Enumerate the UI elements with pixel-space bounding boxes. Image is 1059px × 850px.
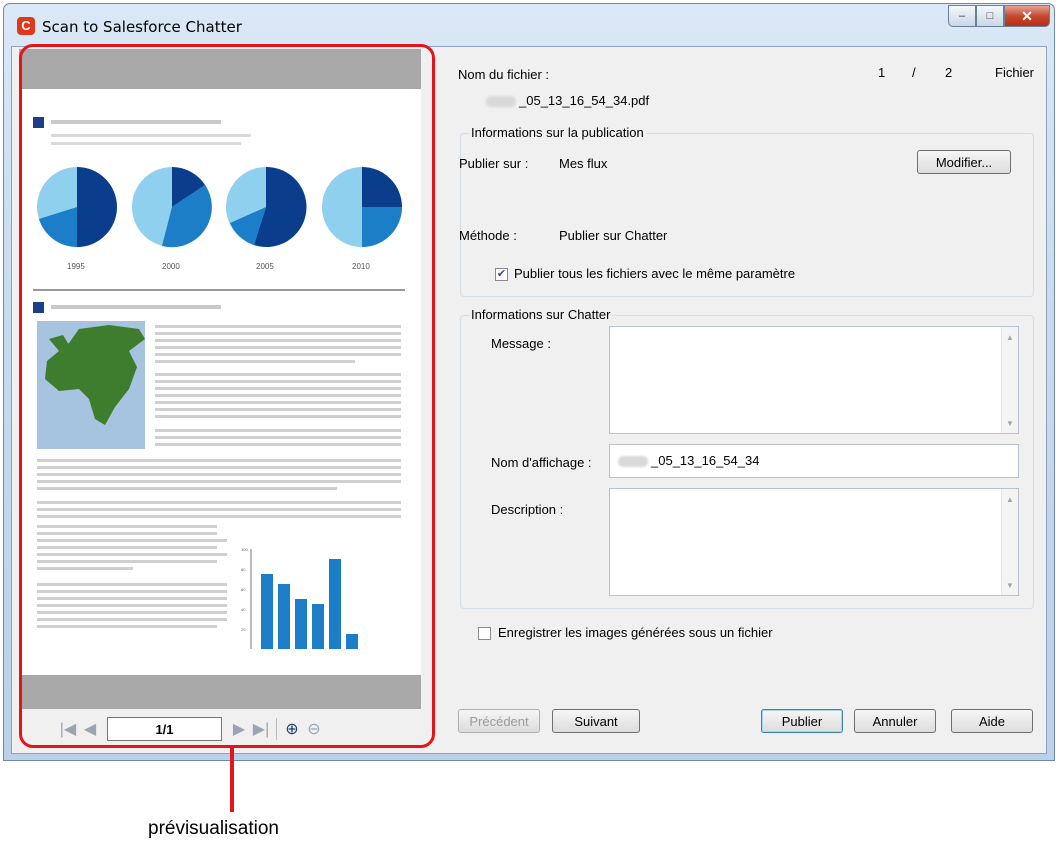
- publish-on-label: Publier sur :: [459, 156, 529, 171]
- main-window: C Scan to Salesforce Chatter – □ ✕ 1995 …: [3, 3, 1055, 761]
- description-textarea[interactable]: ▲ ▼: [609, 488, 1019, 596]
- help-button[interactable]: Aide: [951, 709, 1033, 733]
- bar-chart-tick-label: 80: [241, 567, 246, 572]
- page-number-input[interactable]: 1/1: [107, 717, 222, 741]
- bar-chart-tick-label: 20: [241, 627, 246, 632]
- display-name-input[interactable]: _05_13_16_54_34: [609, 444, 1019, 478]
- previous-button[interactable]: Précédent: [458, 709, 540, 733]
- scroll-down-icon[interactable]: ▼: [1002, 577, 1018, 593]
- file-counter-unit: Fichier: [995, 65, 1035, 80]
- previous-button-label: Précédent: [469, 713, 529, 729]
- next-button-label: Suivant: [574, 713, 618, 729]
- zoom-in-icon[interactable]: ⊕: [281, 719, 303, 739]
- bar-chart-tick-label: 60: [241, 587, 246, 592]
- next-button[interactable]: Suivant: [552, 709, 640, 733]
- title-bar: C Scan to Salesforce Chatter – □ ✕: [4, 4, 1054, 50]
- file-counter-total: 2: [945, 65, 953, 80]
- minimize-button[interactable]: –: [948, 5, 976, 27]
- first-page-icon[interactable]: |◀: [57, 719, 79, 739]
- save-images-checkbox[interactable]: [478, 627, 491, 640]
- publish-button-label: Publier: [781, 713, 823, 729]
- method-value: Publier sur Chatter: [559, 228, 668, 243]
- preview-pane: 1995 2000 2005 2010 100 80 60 40 20 |◀ ◀…: [19, 49, 421, 749]
- filename-value: _05_13_16_54_34.pdf: [519, 93, 650, 108]
- callout-line: [230, 748, 234, 812]
- zoom-out-icon[interactable]: ⊖: [303, 719, 325, 739]
- dialog-client: 1995 2000 2005 2010 100 80 60 40 20 |◀ ◀…: [11, 46, 1047, 754]
- bar-chart-bar: [261, 574, 273, 649]
- same-settings-label: Publier tous les fichiers avec le même p…: [514, 266, 796, 281]
- chart-year-label: 2005: [256, 262, 274, 271]
- bar-chart-bar: [278, 584, 290, 649]
- blurred-prefix: [618, 456, 648, 468]
- description-scrollbar[interactable]: ▲ ▼: [1001, 489, 1018, 595]
- modify-button[interactable]: Modifier...: [917, 150, 1011, 174]
- display-name-label: Nom d'affichage :: [491, 455, 592, 470]
- next-page-icon[interactable]: ▶: [228, 719, 250, 739]
- bar-chart-bar: [295, 599, 307, 649]
- publish-button[interactable]: Publier: [761, 709, 843, 733]
- close-button[interactable]: ✕: [1004, 5, 1050, 27]
- preview-page: 1995 2000 2005 2010 100 80 60 40 20: [19, 89, 421, 675]
- chart-year-label: 2000: [162, 262, 180, 271]
- callout-label: prévisualisation: [148, 818, 279, 839]
- method-label: Méthode :: [459, 228, 517, 243]
- message-label: Message :: [491, 336, 551, 351]
- window-title: Scan to Salesforce Chatter: [42, 18, 242, 36]
- cancel-button[interactable]: Annuler: [854, 709, 936, 733]
- scroll-up-icon[interactable]: ▲: [1002, 329, 1018, 345]
- publish-on-value: Mes flux: [559, 156, 608, 171]
- maximize-button[interactable]: □: [976, 5, 1004, 27]
- app-icon: C: [17, 17, 35, 35]
- bar-chart-bar: [312, 604, 324, 649]
- blurred-prefix: [486, 96, 516, 108]
- message-textarea[interactable]: ▲ ▼: [609, 326, 1019, 434]
- file-counter-current: 1: [878, 65, 886, 80]
- modify-button-label: Modifier...: [935, 154, 993, 170]
- scroll-up-icon[interactable]: ▲: [1002, 491, 1018, 507]
- save-images-label: Enregistrer les images générées sous un …: [498, 625, 773, 640]
- preview-bar-chart: 100 80 60 40 20: [241, 547, 358, 649]
- chatter-group: Informations sur Chatter Message : ▲ ▼ N…: [460, 307, 1034, 609]
- chatter-group-title: Informations sur Chatter: [469, 307, 613, 322]
- cancel-button-label: Annuler: [872, 713, 918, 729]
- bar-chart-bar: [329, 559, 341, 649]
- message-scrollbar[interactable]: ▲ ▼: [1001, 327, 1018, 433]
- previous-page-icon[interactable]: ◀: [79, 719, 101, 739]
- chart-year-label: 2010: [352, 262, 370, 271]
- display-name-value: _05_13_16_54_34: [651, 453, 760, 468]
- publication-group: Informations sur la publication Publier …: [459, 125, 1034, 297]
- scroll-down-icon[interactable]: ▼: [1002, 415, 1018, 431]
- chart-year-label: 1995: [67, 262, 85, 271]
- preview-navigation: |◀ ◀ 1/1 ▶ ▶| ⊕ ⊖: [19, 709, 421, 749]
- bar-chart-tick-label: 40: [241, 607, 246, 612]
- settings-panel: Nom du fichier : 1 / 2 Fichier _05_13_16…: [458, 47, 1048, 755]
- publication-group-title: Informations sur la publication: [469, 125, 646, 140]
- help-button-label: Aide: [978, 713, 1006, 729]
- preview-document-image: 1995 2000 2005 2010 10080604020: [33, 117, 405, 649]
- file-counter-separator: /: [912, 65, 916, 80]
- same-settings-checkbox[interactable]: ✔: [495, 268, 508, 281]
- last-page-icon[interactable]: ▶|: [250, 719, 272, 739]
- bar-chart-bar: [346, 634, 358, 649]
- bar-chart-tick-label: 100: [241, 547, 248, 552]
- filename-label: Nom du fichier :: [458, 67, 550, 82]
- description-label: Description :: [491, 502, 564, 517]
